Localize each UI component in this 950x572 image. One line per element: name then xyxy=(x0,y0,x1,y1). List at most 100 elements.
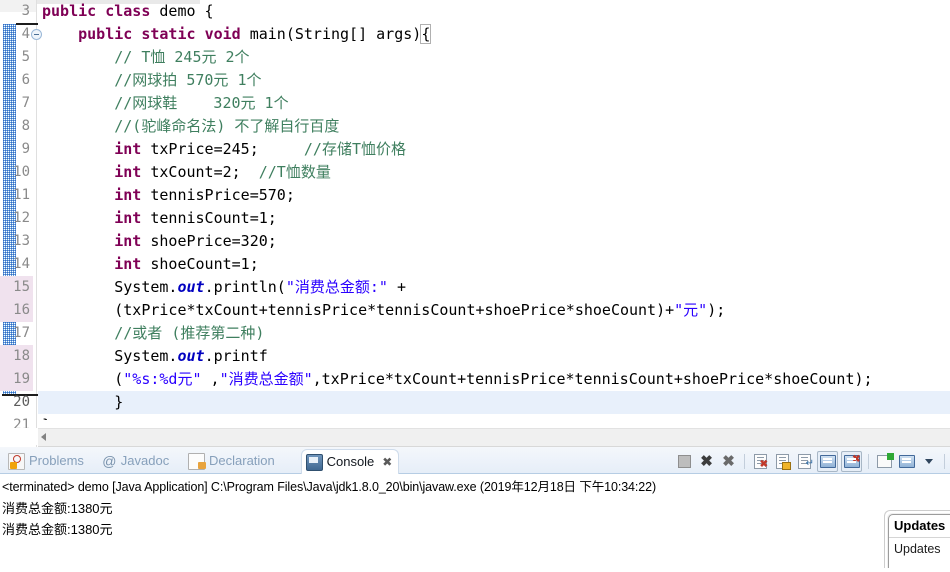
code-line-5[interactable]: // T恤 245元 2个 xyxy=(38,46,950,69)
code-line-4[interactable]: public static void main(String[] args){ xyxy=(38,23,950,46)
code-line-6[interactable]: //网球拍 570元 1个 xyxy=(38,69,950,92)
display-selected-console-button[interactable] xyxy=(897,452,916,471)
code-line-7[interactable]: //网球鞋 320元 1个 xyxy=(38,92,950,115)
code-token: System. xyxy=(42,278,178,296)
code-line-9[interactable]: int txPrice=245; //存储T恤价格 xyxy=(38,138,950,161)
remove-all-terminated-button[interactable]: ✖ xyxy=(719,452,738,471)
open-console-button[interactable] xyxy=(875,452,894,471)
open-console-icon xyxy=(877,452,894,468)
line-number-18[interactable]: 18 xyxy=(0,345,33,368)
line-number-11[interactable]: 11 xyxy=(0,184,33,207)
line-number-4[interactable]: 4 xyxy=(0,23,42,46)
code-token: ,txPrice*txCount+tennisPrice*tennisCount… xyxy=(312,370,873,388)
toolbar-divider xyxy=(944,453,945,469)
line-number-20[interactable]: 20 xyxy=(0,391,33,414)
word-wrap-button[interactable]: ↵ xyxy=(795,452,814,471)
code-token: "%s:%d元" xyxy=(123,370,202,388)
code-token: .printf xyxy=(204,347,268,365)
tab-declaration[interactable]: Declaration xyxy=(184,449,281,473)
code-token: ( xyxy=(42,370,124,388)
code-token: "元" xyxy=(674,301,708,319)
code-token: System. xyxy=(42,347,178,365)
code-line-13[interactable]: int shoePrice=320; xyxy=(38,230,950,253)
line-number-gutter[interactable]: 3 4 5 6 7 8 9 10 11 12 13 14 15 16 17 18 19 20 21 xyxy=(0,0,42,447)
console-menu-dropdown[interactable] xyxy=(919,452,938,471)
editor-horizontal-scrollbar[interactable] xyxy=(38,428,950,447)
line-number-17[interactable]: 17 xyxy=(0,322,33,345)
line-number-3[interactable]: 3 xyxy=(0,0,33,23)
console-icon xyxy=(305,453,323,471)
line-number-10[interactable]: 10 xyxy=(0,161,33,184)
code-line-15[interactable]: System.out.println("消费总金额:" + xyxy=(38,276,950,299)
console-toolbar: ✖ ✖ ✖ ↵ ✖ xyxy=(675,450,950,472)
code-line-16[interactable]: (txPrice*txCount+tennisPrice*tennisCount… xyxy=(38,299,950,322)
line-number-7[interactable]: 7 xyxy=(0,92,33,115)
line-number-16[interactable]: 16 xyxy=(0,299,33,322)
code-token: (txPrice*txCount+tennisPrice*tennisCount… xyxy=(42,301,675,319)
scroll-lock-button[interactable] xyxy=(773,452,792,471)
code-line-20[interactable]: } xyxy=(38,391,950,414)
code-token: int xyxy=(114,186,142,204)
code-token: } xyxy=(42,416,51,420)
code-line-8[interactable]: //(驼峰命名法) 不了解自行百度 xyxy=(38,115,950,138)
updates-notification-popup[interactable]: Updates Updates xyxy=(888,514,950,572)
code-token: .println( xyxy=(204,278,286,296)
scroll-left-arrow-icon[interactable] xyxy=(41,433,46,441)
console-output[interactable]: <terminated> demo [Java Application] C:\… xyxy=(0,474,950,572)
code-token: demo { xyxy=(150,2,214,20)
code-line-21[interactable]: } xyxy=(38,414,950,420)
code-token: tennisPrice=570; xyxy=(141,186,295,204)
line-number-12[interactable]: 12 xyxy=(0,207,33,230)
code-token: int xyxy=(114,232,142,250)
code-token: ); xyxy=(707,301,726,319)
code-line-19[interactable]: ("%s:%d元" ,"消费总金额",txPrice*txCount+tenni… xyxy=(38,368,950,391)
code-token: , xyxy=(201,370,220,388)
line-number-19[interactable]: 19 xyxy=(0,368,33,391)
view-tab-bar: Problems @ Javadoc Declaration Console ✖ ✖ ✖ … xyxy=(0,447,950,474)
code-line-12[interactable]: int tennisCount=1; xyxy=(38,207,950,230)
line-number-8[interactable]: 8 xyxy=(0,115,33,138)
code-token: out xyxy=(177,347,205,365)
line-number-14[interactable]: 14 xyxy=(0,253,33,276)
code-token: // T恤 245元 2个 xyxy=(42,48,250,66)
tab-label: Console xyxy=(326,454,375,469)
terminate-icon xyxy=(678,454,691,468)
remove-launch-button[interactable]: ✖ xyxy=(697,452,716,471)
line-number-15[interactable]: 15 xyxy=(0,276,33,299)
code-line-3[interactable]: public class demo { xyxy=(38,0,950,23)
show-console-on-output-button[interactable] xyxy=(817,450,838,472)
code-token: //存储T恤价格 xyxy=(258,140,406,158)
tab-problems[interactable]: Problems xyxy=(4,449,90,473)
console-output-line: 消费总金额:1380元 xyxy=(2,501,113,516)
line-number-13[interactable]: 13 xyxy=(0,230,33,253)
tab-console[interactable]: Console ✖ xyxy=(300,449,400,474)
clear-console-button[interactable]: ✖ xyxy=(751,452,770,471)
code-token: "消费总金额:" xyxy=(285,278,388,296)
tab-label: Declaration xyxy=(209,453,275,468)
code-token: txPrice=245; xyxy=(141,140,259,158)
code-area[interactable]: public class demo { public static void m… xyxy=(38,0,950,420)
line-number-5[interactable]: 5 xyxy=(0,46,33,69)
code-line-11[interactable]: int tennisPrice=570; xyxy=(38,184,950,207)
code-token: //(驼峰命名法) 不了解自行百度 xyxy=(42,117,340,135)
declaration-icon xyxy=(188,452,206,470)
toolbar-divider xyxy=(868,453,869,469)
code-token: public xyxy=(42,2,97,20)
code-token: shoePrice=320; xyxy=(141,232,277,250)
code-token: class xyxy=(105,2,151,20)
code-line-10[interactable]: int txCount=2; //T恤数量 xyxy=(38,161,950,184)
show-console-standard-out-icon xyxy=(819,454,836,468)
code-token: main(String[] args) xyxy=(240,25,422,43)
close-icon[interactable]: ✖ xyxy=(382,450,392,474)
code-line-18[interactable]: System.out.printf xyxy=(38,345,950,368)
terminate-button[interactable] xyxy=(675,452,694,471)
show-console-on-error-button[interactable]: ✖ xyxy=(841,450,862,472)
line-number-6[interactable]: 6 xyxy=(0,69,33,92)
java-editor[interactable]: 3 4 5 6 7 8 9 10 11 12 13 14 15 16 17 18 19 20 21 public c… xyxy=(0,0,950,447)
tab-javadoc[interactable]: @ Javadoc xyxy=(98,449,175,473)
code-line-17[interactable]: //或者 (推荐第二种) xyxy=(38,322,950,345)
code-line-14[interactable]: int shoeCount=1; xyxy=(38,253,950,276)
line-number-9[interactable]: 9 xyxy=(0,138,33,161)
